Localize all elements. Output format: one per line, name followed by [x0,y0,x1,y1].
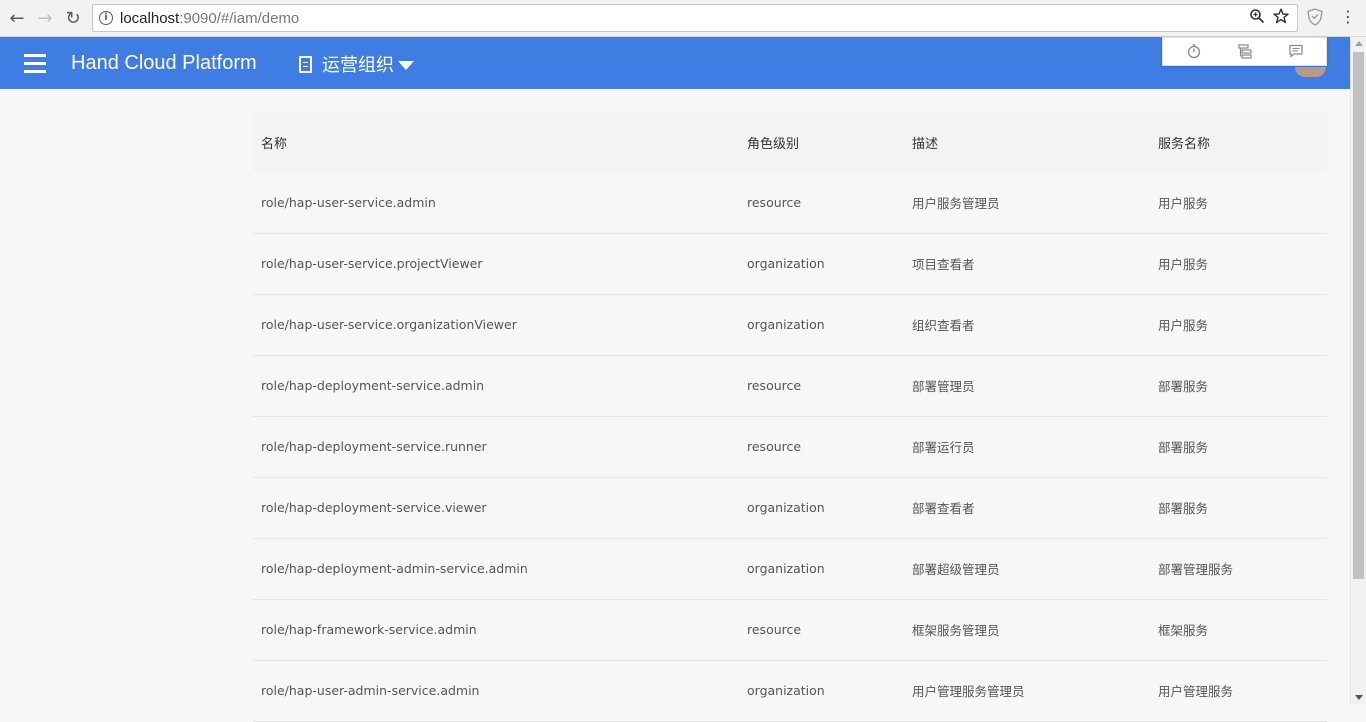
browser-menu-icon[interactable]: ⋮ [1340,7,1356,29]
role-description-cell: 框架服务管理员 [904,599,1150,661]
back-arrow-icon[interactable]: ← [6,7,28,29]
url-path: :9090/#/iam/demo [179,10,300,27]
service-name-cell: 用户服务 [1150,233,1327,295]
url-host: localhost [120,10,180,27]
table-header-row: 名称 角色级别 描述 服务名称 [253,112,1327,172]
message-icon[interactable] [1287,43,1305,61]
role-description-cell: 部署运行员 [904,416,1150,478]
scroll-down-arrow-icon[interactable] [1355,695,1363,700]
site-info-icon[interactable]: i [99,11,113,25]
role-name-cell: role/hap-user-service.projectViewer [253,233,739,295]
bookmark-star-icon[interactable] [1273,8,1289,28]
table-row[interactable]: role/hap-deployment-admin-service.admin o… [253,538,1327,600]
scroll-up-arrow-icon[interactable] [1355,41,1363,46]
reload-icon[interactable]: ↻ [62,7,84,29]
table-row[interactable]: role/hap-user-service.projectViewer organ… [253,233,1327,295]
role-description-cell: 组织查看者 [904,294,1150,356]
app-header: Hand Cloud Platform 运营组织 [0,37,1350,89]
role-name-cell: role/hap-deployment-service.admin [253,355,739,417]
service-name-cell: 用户管理服务 [1150,660,1327,722]
service-name-cell: 部署服务 [1150,477,1327,539]
table-row[interactable]: role/hap-user-admin-service.admin organiz… [253,660,1327,722]
shield-extension-icon[interactable] [1306,8,1324,28]
hamburger-menu-icon[interactable] [24,54,46,73]
role-level-cell: organization [739,477,904,539]
role-name-cell: role/hap-deployment-service.runner [253,416,739,478]
browser-toolbar: ← → ↻ i localhost:9090/#/iam/demo ⋮ [0,0,1366,37]
role-name-cell: role/hap-user-service.organizationViewer [253,294,739,356]
role-level-cell: organization [739,538,904,600]
table-row[interactable]: role/hap-framework-service.admin resource… [253,599,1327,661]
service-name-cell: 部署服务 [1150,355,1327,417]
caret-down-icon [398,60,414,70]
role-level-cell: resource [739,599,904,661]
role-name-cell: role/hap-framework-service.admin [253,599,739,661]
role-level-cell: resource [739,355,904,417]
role-level-cell: resource [739,416,904,478]
role-description-cell: 部署管理员 [904,355,1150,417]
role-name-cell: role/hap-user-service.admin [253,172,739,234]
service-name-cell: 部署管理服务 [1150,538,1327,600]
org-name: 运营组织 [322,55,394,75]
page-scrollbar[interactable] [1350,37,1366,704]
table-body: role/hap-user-service.admin resource 用户服务管… [253,172,1327,722]
column-header-name[interactable]: 名称 [253,112,739,172]
role-description-cell: 部署超级管理员 [904,538,1150,600]
role-description-cell: 项目查看者 [904,233,1150,295]
document-icon [299,55,312,73]
header-tool-panel [1162,37,1327,66]
column-header-level[interactable]: 角色级别 [739,112,904,172]
table-row[interactable]: role/hap-user-service.organizationViewer… [253,294,1327,356]
role-name-cell: role/hap-deployment-service.viewer [253,477,739,539]
zoom-icon[interactable] [1249,8,1265,28]
role-level-cell: organization [739,233,904,295]
forward-arrow-icon[interactable]: → [34,7,56,29]
service-name-cell: 部署服务 [1150,416,1327,478]
column-header-service[interactable]: 服务名称 [1150,112,1327,172]
role-description-cell: 用户管理服务管理员 [904,660,1150,722]
role-level-cell: organization [739,294,904,356]
scroll-thumb[interactable] [1353,52,1364,579]
table-row[interactable]: role/hap-user-service.admin resource 用户服务管… [253,172,1327,234]
app-title[interactable]: Hand Cloud Platform [71,52,257,75]
table-row[interactable]: role/hap-deployment-service.viewer organi… [253,477,1327,539]
role-name-cell: role/hap-deployment-admin-service.admin [253,538,739,600]
table-row[interactable]: role/hap-deployment-service.admin resourc… [253,355,1327,417]
address-bar[interactable]: i localhost:9090/#/iam/demo [92,4,1298,32]
stopwatch-icon[interactable] [1185,43,1203,61]
role-description-cell: 用户服务管理员 [904,172,1150,234]
roles-table: 名称 角色级别 描述 服务名称 role/hap-user-service.ad… [253,112,1327,722]
table-row[interactable]: role/hap-deployment-service.runner resour… [253,416,1327,478]
service-name-cell: 框架服务 [1150,599,1327,661]
role-description-cell: 部署查看者 [904,477,1150,539]
service-name-cell: 用户服务 [1150,294,1327,356]
service-name-cell: 用户服务 [1150,172,1327,234]
role-name-cell: role/hap-user-admin-service.admin [253,660,739,722]
user-avatar[interactable] [1295,67,1326,77]
roles-table-container: 名称 角色级别 描述 服务名称 role/hap-user-service.ad… [253,112,1327,722]
url-text[interactable]: localhost:9090/#/iam/demo [120,10,299,27]
org-selector[interactable]: 运营组织 [299,51,414,77]
role-level-cell: resource [739,172,904,234]
column-header-description[interactable]: 描述 [904,112,1150,172]
role-level-cell: organization [739,660,904,722]
tree-structure-icon[interactable] [1236,43,1254,61]
